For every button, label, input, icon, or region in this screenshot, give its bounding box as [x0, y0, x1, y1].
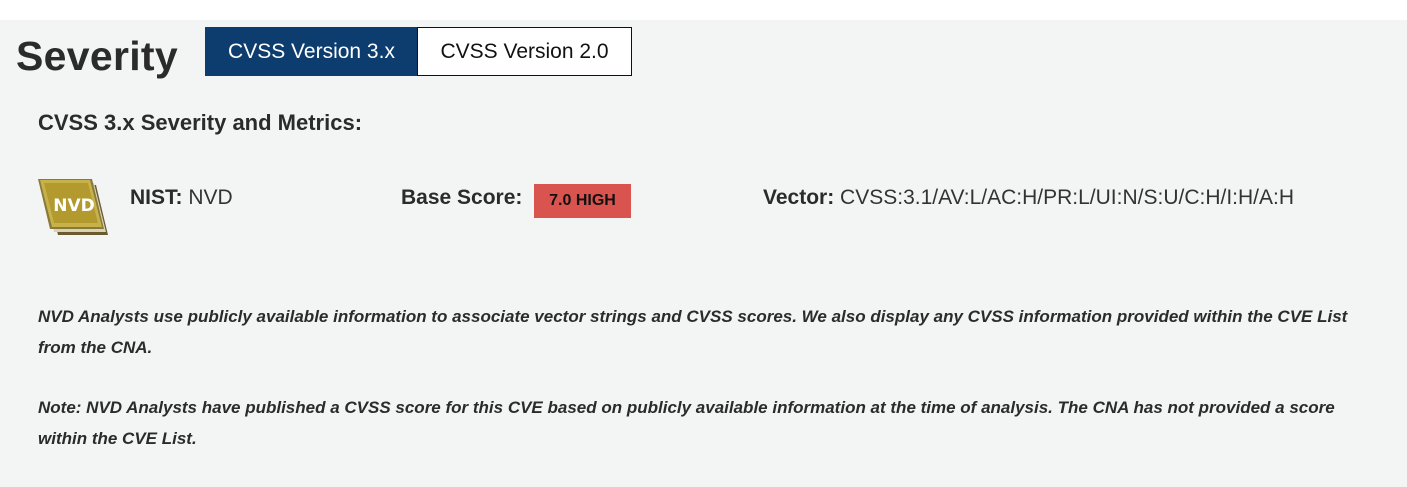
- base-score-label: Base Score:: [401, 186, 523, 209]
- nvd-logo-icon: NVD: [36, 175, 116, 241]
- vector-label: Vector:: [763, 186, 835, 209]
- severity-badge[interactable]: 7.0 HIGH: [534, 184, 631, 218]
- svg-text:NVD: NVD: [53, 196, 95, 216]
- analyst-note: NVD Analysts use publicly available info…: [38, 307, 1348, 357]
- nist-source: NIST: NVD: [130, 186, 233, 210]
- metrics-heading: CVSS 3.x Severity and Metrics:: [38, 110, 363, 135]
- severity-heading: Severity: [16, 33, 178, 79]
- vector-value[interactable]: CVSS:3.1/AV:L/AC:H/PR:L/UI:N/S:U/C:H/I:H…: [840, 186, 1294, 209]
- cna-note: Note: NVD Analysts have published a CVSS…: [38, 398, 1335, 448]
- tab-cvss-v2[interactable]: CVSS Version 2.0: [417, 27, 632, 76]
- nist-value: NVD: [188, 186, 233, 209]
- base-score: Base Score:: [401, 186, 522, 210]
- vector-string: Vector: CVSS:3.1/AV:L/AC:H/PR:L/UI:N/S:U…: [763, 186, 1294, 210]
- tab-cvss-v3[interactable]: CVSS Version 3.x: [205, 27, 418, 76]
- nist-label: NIST:: [130, 186, 183, 209]
